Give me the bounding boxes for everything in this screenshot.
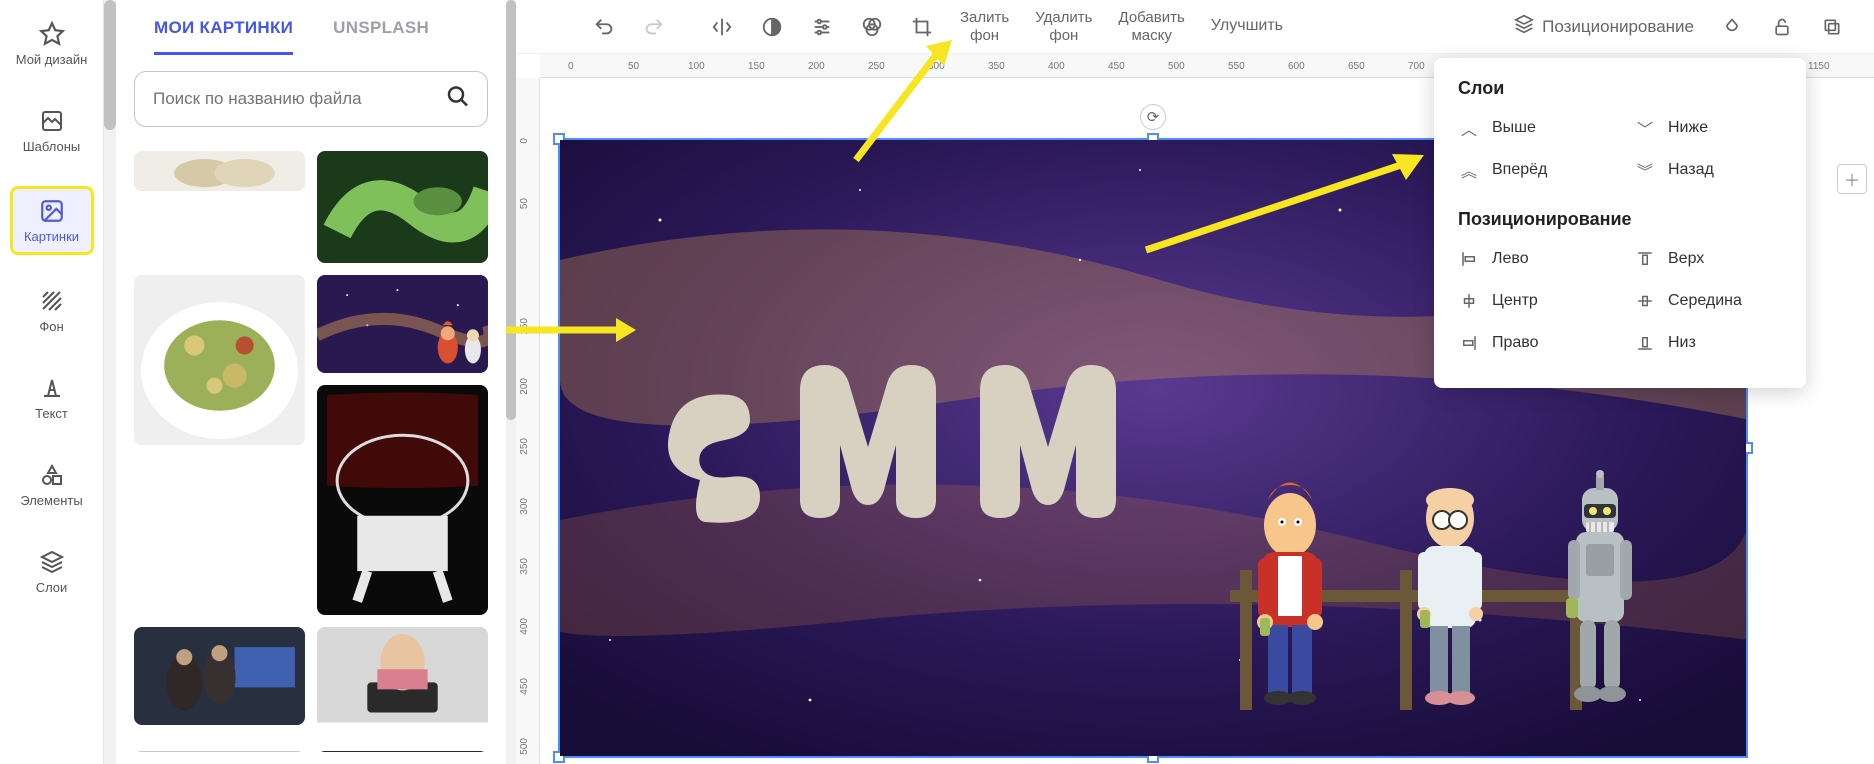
align-top-icon <box>1634 248 1656 270</box>
nav-elements[interactable]: Элементы <box>10 453 94 516</box>
annotation-arrow-2 <box>846 40 956 170</box>
nav-my-design[interactable]: Мой дизайн <box>10 12 94 75</box>
nav-layers[interactable]: Слои <box>10 540 94 603</box>
contrast-button[interactable] <box>750 5 794 49</box>
nav-elements-label: Элементы <box>20 493 82 508</box>
nav-background-label: Фон <box>39 319 63 334</box>
align-top[interactable]: Верх <box>1634 244 1782 274</box>
align-middle[interactable]: Середина <box>1634 286 1782 316</box>
thumb-8[interactable] <box>134 751 305 752</box>
thumb-4[interactable] <box>317 275 488 373</box>
align-bottom-icon <box>1634 332 1656 354</box>
tab-my-images[interactable]: МОИ КАРТИНКИ <box>154 18 293 55</box>
positioning-button[interactable]: Позиционирование <box>1504 14 1704 39</box>
align-bottom[interactable]: Низ <box>1634 328 1782 358</box>
nav-templates-label: Шаблоны <box>23 139 81 154</box>
right-rail: ＋ <box>1830 156 1874 194</box>
double-chevron-up-icon: ︽ <box>1458 159 1480 181</box>
double-chevron-down-icon: ︾ <box>1634 159 1656 181</box>
align-left-icon <box>1458 248 1480 270</box>
thumb-6[interactable] <box>134 627 305 725</box>
adjust-button[interactable] <box>800 5 844 49</box>
align-middle-icon <box>1634 290 1656 312</box>
texture-icon <box>38 287 66 315</box>
search-input[interactable] <box>134 71 488 127</box>
positioning-heading: Позиционирование <box>1458 209 1782 230</box>
panel-scrollbar[interactable] <box>506 0 516 764</box>
templates-icon <box>38 107 66 135</box>
canvas-area: Залитьфон Удалитьфон Добавитьмаску Улучш… <box>516 0 1874 764</box>
nav-layers-label: Слои <box>36 580 68 595</box>
lock-button[interactable] <box>1760 5 1804 49</box>
duplicate-button[interactable] <box>1810 5 1854 49</box>
text-icon <box>38 374 66 402</box>
nav-text[interactable]: Текст <box>10 366 94 429</box>
tab-unsplash[interactable]: UNSPLASH <box>333 18 429 55</box>
nav-background[interactable]: Фон <box>10 279 94 342</box>
nav-text-label: Текст <box>35 406 68 421</box>
thumb-5[interactable] <box>317 385 488 615</box>
positioning-label: Позиционирование <box>1542 17 1694 37</box>
layer-back[interactable]: ︾Назад <box>1634 155 1782 185</box>
thumb-3[interactable] <box>134 275 305 445</box>
align-right-icon <box>1458 332 1480 354</box>
nav-images[interactable]: Картинки <box>10 186 94 255</box>
sidebar-scrollbar[interactable] <box>104 0 116 764</box>
layer-higher[interactable]: ︿Выше <box>1458 113 1606 143</box>
image-source-tabs: МОИ КАРТИНКИ UNSPLASH <box>134 12 488 55</box>
thumb-7[interactable] <box>317 627 488 739</box>
align-right[interactable]: Право <box>1458 328 1606 358</box>
search-wrap <box>134 71 488 127</box>
nav-images-label: Картинки <box>24 229 79 244</box>
shapes-icon <box>38 461 66 489</box>
layer-forward[interactable]: ︽Вперёд <box>1458 155 1606 185</box>
thumb-1[interactable] <box>134 151 305 191</box>
opacity-button[interactable] <box>1710 5 1754 49</box>
align-center[interactable]: Центр <box>1458 286 1606 316</box>
thumb-2[interactable] <box>317 151 488 263</box>
images-panel: МОИ КАРТИНКИ UNSPLASH <box>116 0 506 764</box>
annotation-arrow-1 <box>496 310 636 350</box>
delete-bg-button[interactable]: Удалитьфон <box>1025 5 1102 49</box>
top-toolbar: Залитьфон Удалитьфон Добавитьмаску Улучш… <box>516 0 1874 54</box>
redo-button[interactable] <box>632 5 676 49</box>
chevron-up-icon: ︿ <box>1458 117 1480 139</box>
search-icon[interactable] <box>446 85 470 114</box>
fill-bg-button[interactable]: Залитьфон <box>950 5 1019 49</box>
positioning-popup: Слои ︿Выше ﹀Ниже ︽Вперёд ︾Назад Позицион… <box>1434 58 1806 388</box>
undo-button[interactable] <box>582 5 626 49</box>
rotate-handle[interactable]: ⟳ <box>1140 104 1166 130</box>
flip-button[interactable] <box>700 5 744 49</box>
layers-icon <box>1514 14 1534 39</box>
enhance-button[interactable]: Улучшить <box>1201 5 1293 49</box>
left-nav: Мой дизайн Шаблоны Картинки Фон Текст Эл… <box>0 0 104 764</box>
layer-lower[interactable]: ﹀Ниже <box>1634 113 1782 143</box>
nav-templates[interactable]: Шаблоны <box>10 99 94 162</box>
add-page-button[interactable]: ＋ <box>1837 164 1867 194</box>
images-icon <box>38 197 66 225</box>
add-mask-button[interactable]: Добавитьмаску <box>1109 5 1195 49</box>
align-left[interactable]: Лево <box>1458 244 1606 274</box>
align-center-icon <box>1458 290 1480 312</box>
thumbnail-grid <box>134 151 488 752</box>
annotation-arrow-3 <box>1136 150 1426 260</box>
nav-my-design-label: Мой дизайн <box>16 52 88 67</box>
thumb-9[interactable] <box>317 751 488 752</box>
chevron-down-icon: ﹀ <box>1634 117 1656 139</box>
layers-icon <box>38 548 66 576</box>
star-icon <box>38 20 66 48</box>
layers-heading: Слои <box>1458 78 1782 99</box>
